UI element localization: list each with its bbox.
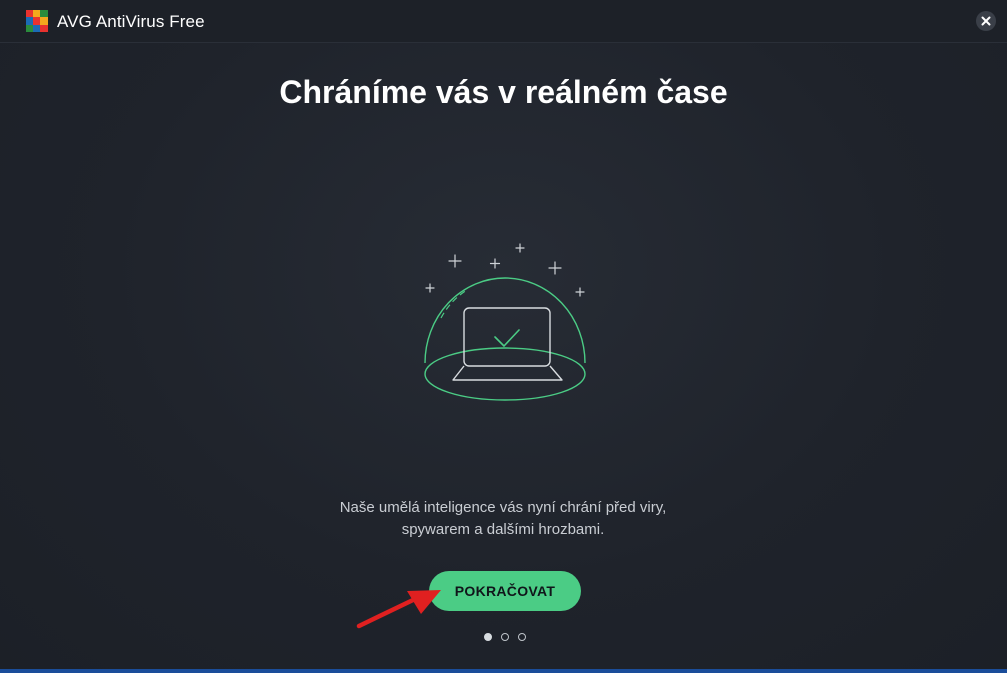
- continue-button[interactable]: POKRAČOVAT: [429, 571, 581, 611]
- onboarding-window: AVG AntiVirus Free Chráníme vás v reálné…: [0, 0, 1007, 673]
- pager-dot-1[interactable]: [484, 633, 492, 641]
- description-text: Naše umělá inteligence vás nyní chrání p…: [253, 497, 753, 541]
- pager-dot-3[interactable]: [518, 633, 526, 641]
- pager-dots: [484, 632, 526, 642]
- red-arrow-icon: [356, 590, 441, 629]
- description-line-2: spywarem a dalšími hrozbami.: [401, 521, 605, 538]
- description-line-1: Naše umělá inteligence vás nyní chrání p…: [339, 499, 667, 516]
- bottom-edge: [0, 669, 1007, 673]
- app-title: AVG AntiVirus Free: [57, 12, 205, 31]
- page-title: Chráníme vás v reálném čase: [279, 74, 728, 110]
- close-icon: [981, 16, 991, 26]
- title-bar: AVG AntiVirus Free: [0, 0, 1007, 43]
- pager-dot-2[interactable]: [501, 633, 509, 641]
- avg-logo-icon: [26, 10, 48, 32]
- close-button[interactable]: [976, 11, 996, 31]
- shield-dome-laptop-icon: [424, 243, 586, 401]
